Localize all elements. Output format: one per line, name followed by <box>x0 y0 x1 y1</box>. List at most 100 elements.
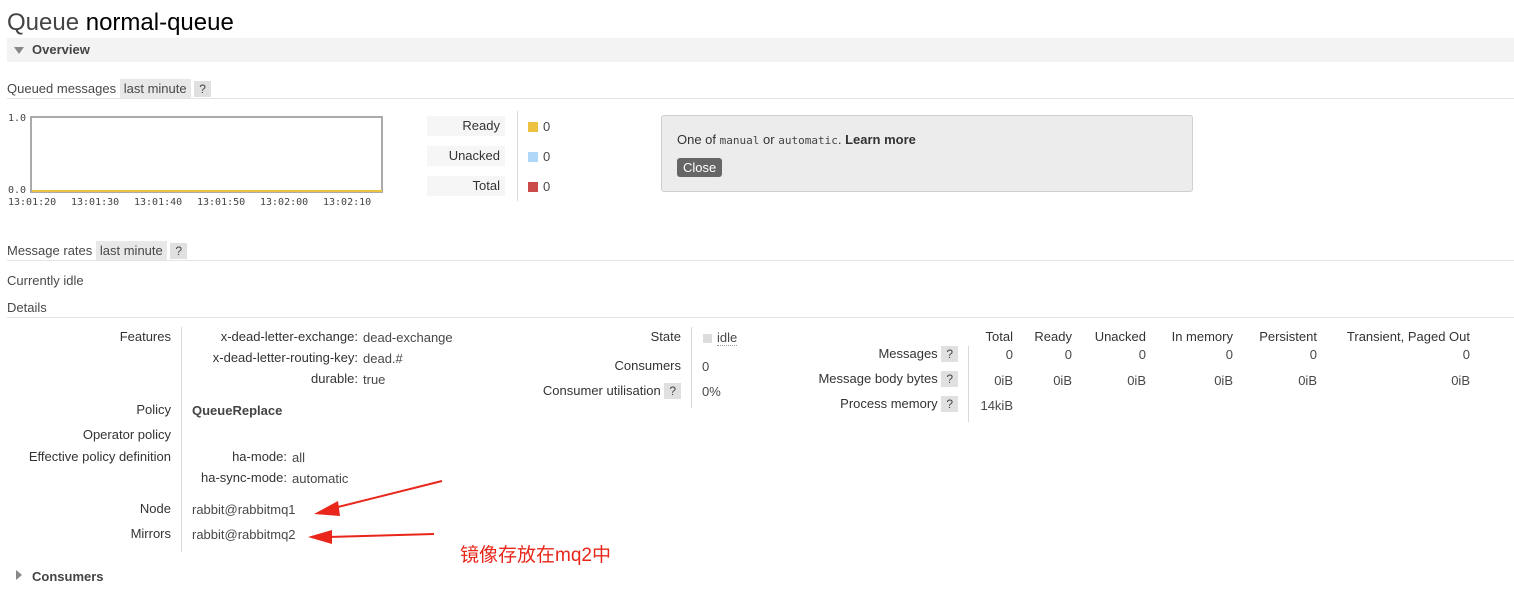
divider <box>7 98 1514 99</box>
help-text-pre: One of <box>677 132 717 147</box>
messages-help[interactable]: ? <box>941 346 958 362</box>
queued-messages-header: Queued messages last minute ? <box>7 79 211 98</box>
body-bytes-help[interactable]: ? <box>941 371 958 387</box>
feature-key: durable: <box>311 371 358 386</box>
consumer-utilisation-help[interactable]: ? <box>664 383 681 399</box>
x-tick-label: 13:02:10 <box>323 197 372 208</box>
legend-label-total: Total <box>427 176 505 196</box>
feature-value: dead-exchange <box>363 330 453 345</box>
help-popup: One of manual or automatic. Learn more C… <box>661 115 1193 192</box>
message-rates-label: Message rates <box>7 243 93 258</box>
messages-value: 0 <box>1005 347 1013 362</box>
legend-label-unacked: Unacked <box>427 146 505 166</box>
chart-plot-area <box>30 116 383 193</box>
queued-messages-help[interactable]: ? <box>194 81 211 97</box>
message-rates-header: Message rates last minute ? <box>7 241 188 260</box>
stats-column-header: Transient, Paged Out <box>1346 329 1470 344</box>
policy-link[interactable]: QueueReplace <box>192 403 282 418</box>
x-tick-label: 13:01:40 <box>134 197 183 208</box>
feature-key: x-dead-letter-routing-key: <box>212 350 358 365</box>
page-title-prefix: Queue <box>7 9 80 36</box>
policy-label: Policy <box>136 402 171 417</box>
legend-divider <box>517 111 518 201</box>
close-button[interactable]: Close <box>677 158 723 177</box>
node-label: Node <box>139 501 171 516</box>
divider <box>7 260 1514 261</box>
currently-idle-text: Currently idle <box>7 273 84 288</box>
messages-label: Messages <box>878 346 938 361</box>
legend-swatch-total <box>528 182 538 192</box>
features-label: Features <box>119 329 171 344</box>
effective-policy-label: Effective policy definition <box>28 449 171 464</box>
body-bytes-value: 0iB <box>1053 373 1072 388</box>
state-label: State <box>650 329 681 344</box>
triangle-right-icon[interactable] <box>16 570 22 580</box>
body-bytes-row-label: Message body bytes ? <box>760 371 958 387</box>
effective-key: ha-mode: <box>232 449 287 464</box>
overview-label: Overview <box>32 42 90 57</box>
page-title: Queue normal-queue <box>7 9 234 37</box>
details-label: Details <box>7 300 47 315</box>
messages-value: 0 <box>1064 347 1072 362</box>
effective-key: ha-sync-mode: <box>201 470 287 485</box>
consumer-utilisation-value: 0% <box>702 384 721 399</box>
queued-messages-label: Queued messages <box>7 81 117 96</box>
legend-value-ready: 0 <box>543 119 551 134</box>
body-bytes-value: 0iB <box>1298 373 1317 388</box>
process-memory-row-label: Process memory ? <box>760 396 958 412</box>
queued-messages-chart <box>30 116 383 193</box>
arrow-mirrors-head-icon <box>308 530 332 544</box>
x-tick-label: 13:01:20 <box>8 197 57 208</box>
stats-column-header: Total <box>985 329 1013 344</box>
overview-section-toggle[interactable]: Overview <box>7 38 1514 62</box>
help-popup-text: One of manual or automatic. Learn more <box>677 132 916 147</box>
messages-value: 0 <box>1462 347 1470 362</box>
learn-more-link[interactable]: Learn more <box>845 132 916 147</box>
messages-row-label: Messages ? <box>760 346 958 362</box>
queued-messages-range[interactable]: last minute <box>119 79 191 98</box>
queue-name: normal-queue <box>85 9 234 36</box>
message-rates-help[interactable]: ? <box>170 243 188 259</box>
node-value: rabbit@rabbitmq1 <box>192 502 296 517</box>
message-rates-range[interactable]: last minute <box>95 241 167 260</box>
help-text-or: or <box>763 132 775 147</box>
arrow-node-shaft <box>329 480 443 510</box>
divider <box>7 317 1514 318</box>
feature-key: x-dead-letter-exchange: <box>220 329 358 344</box>
arrow-node-head-icon <box>314 501 340 516</box>
legend-swatch-unacked <box>528 152 538 162</box>
arrow-mirrors-shaft <box>327 533 435 538</box>
y-tick-min: 0.0 <box>8 185 27 196</box>
triangle-down-icon <box>14 47 24 54</box>
annotation-arrows <box>308 480 443 544</box>
messages-value: 0 <box>1309 347 1317 362</box>
consumer-utilisation-text: Consumer utilisation <box>542 383 661 398</box>
x-tick-label: 13:01:30 <box>71 197 120 208</box>
x-tick-label: 13:01:50 <box>197 197 246 208</box>
process-memory-value: 14kiB <box>980 398 1013 413</box>
help-code-automatic: automatic <box>778 134 838 147</box>
stats-column-header: Unacked <box>1094 329 1146 344</box>
help-text-dot: . <box>837 132 842 147</box>
effective-value: all <box>292 450 306 465</box>
state-idle-icon <box>703 334 712 343</box>
x-tick-label: 13:02:00 <box>260 197 309 208</box>
legend-label-text: Unacked <box>448 148 500 163</box>
body-bytes-label: Message body bytes <box>818 371 938 386</box>
legend-value-total: 0 <box>543 179 551 194</box>
body-bytes-value: 0iB <box>994 373 1013 388</box>
process-memory-help[interactable]: ? <box>941 396 958 412</box>
stats-column-header: In memory <box>1171 329 1233 344</box>
annotation-text: 镜像存放在mq2中 <box>460 545 611 566</box>
stats-column-header: Ready <box>1034 329 1072 344</box>
legend-swatch-ready <box>528 122 538 132</box>
legend-value-unacked: 0 <box>543 149 551 164</box>
feature-value: true <box>363 372 386 387</box>
operator-policy-label: Operator policy <box>82 427 171 442</box>
consumers-label: Consumers <box>614 358 681 373</box>
body-bytes-value: 0iB <box>1451 373 1470 388</box>
messages-value: 0 <box>1225 347 1233 362</box>
consumers-section-toggle[interactable]: Consumers <box>32 569 104 584</box>
legend-label-text: Total <box>472 178 500 193</box>
body-bytes-value: 0iB <box>1214 373 1233 388</box>
